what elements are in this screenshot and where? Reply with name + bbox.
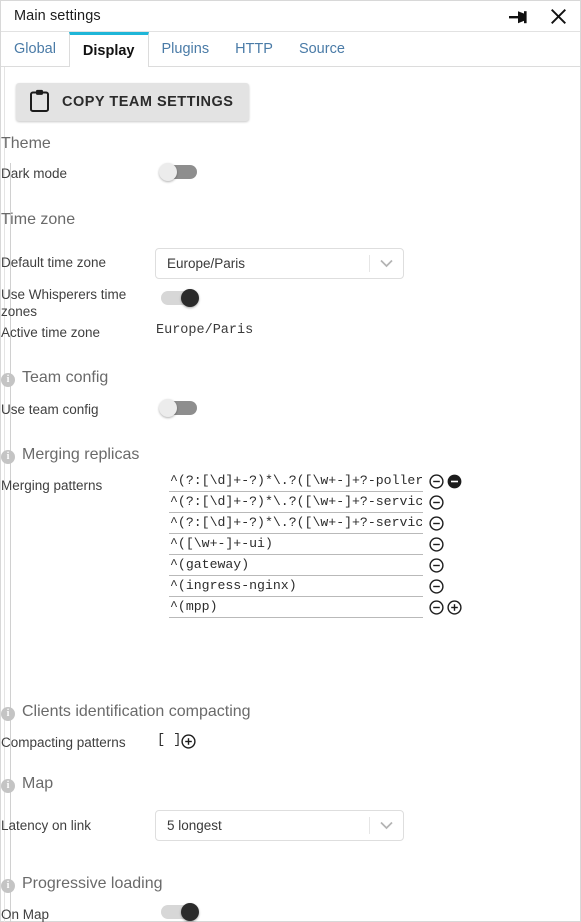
close-icon[interactable] [546, 5, 570, 29]
tab-global[interactable]: Global [1, 32, 69, 66]
info-icon[interactable]: i [1, 707, 15, 721]
clipboard-icon [30, 89, 49, 115]
info-icon[interactable]: i [1, 450, 15, 464]
tab-source[interactable]: Source [285, 32, 358, 66]
titlebar-actions [508, 1, 570, 32]
main-settings-window: Main settings Global Display Plugins HTT… [0, 0, 581, 922]
tab-label: Plugins [161, 41, 210, 57]
chevron-down-icon [370, 259, 403, 268]
toggle-dark-mode[interactable] [159, 163, 199, 181]
minus-circle-icon[interactable] [429, 600, 444, 615]
tab-label: Source [298, 41, 345, 57]
label-compacting-patterns: Compacting patterns [1, 735, 126, 750]
select-latency-on-link[interactable]: 5 longest [155, 810, 404, 841]
select-default-time-zone-value: Europe/Paris [167, 256, 246, 271]
tab-http[interactable]: HTTP [222, 32, 286, 66]
settings-tabbar: Global Display Plugins HTTP Source [1, 32, 580, 67]
label-use-whisperers-time-zones: Use Whisperers time zones [1, 287, 127, 319]
merging-pattern-input[interactable] [169, 597, 423, 618]
info-icon[interactable]: i [1, 373, 15, 387]
window-title: Main settings [14, 8, 101, 24]
section-title-map: i Map [1, 775, 53, 793]
tab-label: Global [14, 41, 56, 57]
minus-circle-icon[interactable] [429, 558, 444, 573]
pin-icon[interactable] [508, 5, 532, 29]
merging-pattern-input[interactable] [169, 534, 423, 555]
value-active-time-zone: Europe/Paris [156, 323, 254, 338]
value-compacting-patterns: [ ] [157, 733, 182, 748]
merging-pattern-input[interactable] [169, 471, 423, 492]
merging-pattern-input[interactable] [169, 492, 423, 513]
minus-circle-icon[interactable] [429, 495, 444, 510]
settings-body: COPY TEAM SETTINGS Theme Dark mode Time … [1, 67, 580, 922]
toggle-use-team-config[interactable] [159, 399, 199, 417]
section-title-team-config-label: Team config [22, 369, 109, 386]
section-title-compacting-label: Clients identification compacting [22, 703, 251, 720]
info-icon[interactable]: i [1, 879, 15, 893]
tab-display[interactable]: Display [68, 32, 149, 67]
section-title-progressive-loading-label: Progressive loading [22, 875, 163, 892]
toggle-use-whisperers-time-zones[interactable] [159, 289, 199, 307]
section-title-progressive-loading: i Progressive loading [1, 875, 163, 893]
section-title-merging-replicas: i Merging replicas [1, 446, 139, 464]
copy-team-settings-button[interactable]: COPY TEAM SETTINGS [16, 83, 250, 121]
label-latency-on-link: Latency on link [1, 818, 92, 833]
section-title-map-label: Map [22, 775, 54, 792]
section-title-theme: Theme [1, 135, 51, 152]
tab-plugins[interactable]: Plugins [148, 32, 223, 66]
chevron-down-icon [370, 821, 403, 830]
copy-team-settings-label: COPY TEAM SETTINGS [62, 94, 234, 110]
tab-label: Display [82, 43, 135, 59]
merging-pattern-input[interactable] [169, 576, 423, 597]
minus-circle-icon[interactable] [429, 579, 444, 594]
label-active-time-zone: Active time zone [1, 325, 101, 340]
plus-circle-icon[interactable] [181, 734, 196, 749]
tab-label: HTTP [235, 41, 273, 57]
toggle-knob [181, 903, 199, 921]
select-latency-on-link-value: 5 longest [167, 818, 222, 833]
merging-pattern-input[interactable] [169, 513, 423, 534]
toggle-knob [159, 163, 177, 181]
minus-circle-icon[interactable] [429, 474, 444, 489]
display-settings-panel: COPY TEAM SETTINGS Theme Dark mode Time … [1, 67, 580, 922]
label-dark-mode: Dark mode [1, 166, 68, 181]
minus-circle-icon-hover[interactable] [447, 474, 462, 489]
select-default-time-zone[interactable]: Europe/Paris [155, 248, 404, 279]
toggle-knob [159, 399, 177, 417]
toggle-on-map[interactable] [159, 903, 199, 921]
window-titlebar: Main settings [1, 1, 580, 32]
plus-circle-icon[interactable] [447, 600, 462, 615]
info-icon[interactable]: i [1, 779, 15, 793]
label-default-time-zone: Default time zone [1, 255, 107, 270]
minus-circle-icon[interactable] [429, 537, 444, 552]
label-use-team-config: Use team config [1, 402, 99, 417]
merging-pattern-input[interactable] [169, 555, 423, 576]
section-title-compacting: i Clients identification compacting [1, 703, 251, 721]
section-title-team-config: i Team config [1, 369, 108, 387]
section-title-merging-replicas-label: Merging replicas [22, 446, 140, 463]
label-merging-patterns: Merging patterns [1, 478, 103, 493]
section-title-time-zone: Time zone [1, 211, 76, 228]
toggle-knob [181, 289, 199, 307]
label-on-map: On Map [1, 907, 50, 922]
minus-circle-icon[interactable] [429, 516, 444, 531]
